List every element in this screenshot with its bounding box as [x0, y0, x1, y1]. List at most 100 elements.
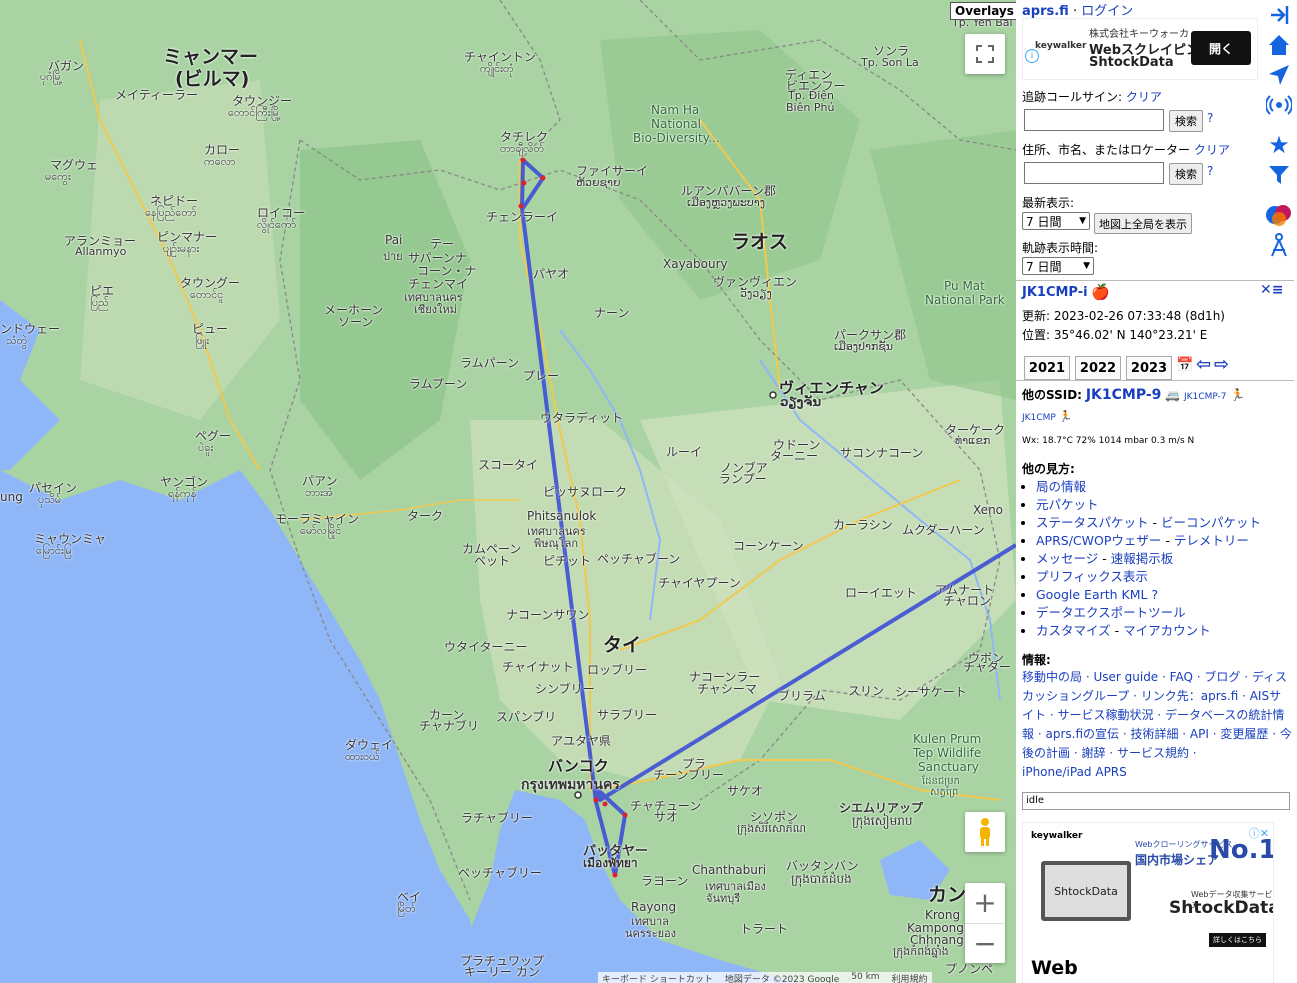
view-link[interactable]: テレメトリー [1174, 533, 1249, 548]
track-help-link[interactable]: ? [1207, 111, 1213, 125]
latest-select[interactable]: 7 日間 ▼ [1022, 212, 1090, 230]
logout-icon[interactable] [1264, 0, 1294, 30]
view-link[interactable]: Google Earth KML ? [1036, 587, 1158, 602]
zoom-in-button[interactable]: + [965, 883, 1005, 924]
views-label: 他の見方: [1022, 462, 1075, 476]
label-ayutthaya: アユタヤ県 [551, 734, 612, 748]
info-link[interactable]: サービス規約 [1117, 746, 1189, 760]
view-link[interactable]: ステータスパケット [1036, 515, 1149, 530]
label-udon-2: ターニー [770, 449, 819, 463]
info-link[interactable]: 移動中の局 [1022, 670, 1082, 684]
map[interactable]: ミャンマー (ビルマ) ラオス タイ カンボ バガン ပုဂံမြို့ メイテ… [0, 0, 1016, 983]
show-all-button[interactable]: 地図上全局を表示 [1094, 213, 1192, 234]
street-view-pegman[interactable] [965, 812, 1005, 852]
label-dawei-my: ထားဝယ် [345, 750, 380, 763]
address-clear-link[interactable]: クリア [1194, 143, 1230, 157]
view-link[interactable]: メッセージ [1036, 551, 1098, 566]
list-item: 元パケット [1036, 496, 1286, 514]
ssid-link-2[interactable]: JK1CMP-7 [1184, 392, 1227, 402]
header-sep: · [1072, 4, 1078, 19]
calendar-icon[interactable]: 📅 [1176, 357, 1193, 373]
compass-icon[interactable] [1264, 230, 1294, 260]
ad-bottom-no1: No.1 [1209, 835, 1274, 865]
label-mukdahan: ムクダーハーン [902, 523, 985, 537]
ad-bottom-more[interactable]: 詳しくはこちら [1209, 933, 1266, 947]
track-time-label: 軌跡表示時間: [1022, 241, 1099, 255]
next-arrow-icon[interactable]: ⇨ [1214, 354, 1229, 375]
ssid-link-3[interactable]: JK1CMP [1022, 413, 1056, 423]
view-link[interactable]: APRS/CWOPウェザー [1036, 533, 1161, 548]
view-link[interactable]: データエクスポートツール [1036, 605, 1186, 620]
info-link[interactable]: 変更履歴 [1220, 727, 1268, 741]
view-link[interactable]: ビーコンパケット [1161, 515, 1261, 530]
list-item: データエクスポートツール [1036, 604, 1286, 622]
info-link[interactable]: API [1190, 727, 1209, 741]
location-arrow-icon[interactable] [1264, 60, 1294, 90]
terms-link[interactable]: 利用規約 [892, 972, 928, 983]
overlays-button[interactable]: Overlays [950, 2, 1016, 20]
ad-info-icon[interactable]: i [1025, 49, 1039, 63]
ad-company: 株式会社キーウォーカ [1089, 29, 1189, 40]
runner-icon: 🏃 [1058, 410, 1073, 423]
apple-icon: 🍎 [1091, 283, 1110, 301]
close-station-icon[interactable]: ✕≡ [1260, 282, 1283, 298]
right-icon-bar: ★ [1264, 0, 1297, 260]
view-link[interactable]: マイアカウント [1123, 623, 1211, 638]
color-blob-icon[interactable] [1264, 200, 1294, 230]
site-logo-link[interactable]: aprs.fi [1022, 4, 1069, 19]
ad-banner-bottom[interactable]: keywalker ⓘ✕ Webクローリングサービス 国内市場シェア No.1 … [1022, 822, 1274, 983]
filter-icon[interactable] [1264, 160, 1294, 190]
site-header: aprs.fi · ログイン [1022, 0, 1133, 19]
info-link[interactable]: リンク先：aprs.fi [1141, 689, 1239, 703]
track-time-select[interactable]: 7 日間 ▼ [1022, 257, 1094, 275]
label-buriram: ブリラム [778, 689, 826, 703]
ad-product: ShtockData [1089, 55, 1174, 70]
ad-laptop-image: ShtockData [1041, 861, 1131, 921]
label-phichit: ピチット [543, 554, 592, 568]
label-allanmyo-en: Allanmyo [75, 245, 127, 258]
info-link[interactable]: 謝辞 [1081, 746, 1105, 760]
home-icon[interactable] [1264, 30, 1294, 60]
label-pathein-my: ပုသိမ် [38, 493, 62, 506]
info-link[interactable]: User guide [1093, 670, 1158, 684]
info-link[interactable]: ブログ [1204, 670, 1240, 684]
label-chachoengsao-2: サオ [654, 810, 679, 824]
zoom-out-button[interactable]: − [965, 924, 1005, 964]
view-link[interactable]: カスタマイズ [1036, 623, 1111, 638]
info-link[interactable]: iPhone/iPad APRS [1022, 765, 1127, 779]
label-paksan-lo: ເມືອງປາກຊັນ [834, 340, 894, 353]
info-link[interactable]: 技術詳細 [1130, 727, 1178, 741]
ad-banner-top[interactable]: keywalker 株式会社キーウォーカ Webスクレイピン ShtockDat… [1022, 18, 1258, 80]
track-time-select-value: 7 日間 [1026, 259, 1062, 274]
info-link[interactable]: サービス稼動状況 [1057, 708, 1153, 722]
view-link[interactable]: 局の情報 [1036, 479, 1086, 494]
fullscreen-button[interactable] [965, 34, 1005, 74]
track-callsign-input[interactable] [1024, 109, 1164, 131]
year-tab-2022[interactable]: 2022 [1075, 356, 1121, 380]
ssid-link-main[interactable]: JK1CMP-9 [1086, 387, 1162, 403]
year-tab-2023[interactable]: 2023 [1126, 356, 1172, 380]
view-link[interactable]: 元パケット [1036, 497, 1099, 512]
info-link[interactable]: aprs.fiの宣伝 [1045, 727, 1119, 741]
star-icon[interactable]: ★ [1264, 130, 1294, 160]
login-link[interactable]: ログイン [1081, 4, 1133, 19]
label-luangprabang-lo: ເມືອງຫຼວງພະບາງ [687, 196, 765, 209]
track-clear-link[interactable]: クリア [1126, 90, 1162, 104]
view-link[interactable]: プリフィックス表示 [1036, 569, 1148, 584]
track-search-button[interactable]: 検索 [1169, 110, 1203, 132]
keyboard-shortcuts-link[interactable]: キーボード ショートカット [602, 972, 713, 983]
label-lopburi: ロッブリー [587, 663, 648, 677]
address-input[interactable] [1024, 162, 1164, 184]
prev-arrow-icon[interactable]: ⇦ [1196, 354, 1211, 375]
latest-select-value: 7 日間 [1026, 214, 1062, 229]
station-position: 位置: 35°46.02' N 140°23.21' E [1022, 328, 1208, 342]
address-search-button[interactable]: 検索 [1169, 163, 1203, 185]
station-callsign[interactable]: JK1CMP-i [1022, 285, 1088, 300]
ad-open-button[interactable]: 開く [1191, 31, 1251, 65]
year-tab-2021[interactable]: 2021 [1024, 356, 1070, 380]
broadcast-icon[interactable] [1264, 90, 1294, 120]
info-link[interactable]: FAQ [1170, 670, 1193, 684]
view-link[interactable]: 速報掲示板 [1111, 551, 1174, 566]
label-naypyidaw-my: နေပြည်တော် [145, 206, 197, 219]
address-help-link[interactable]: ? [1207, 164, 1213, 178]
